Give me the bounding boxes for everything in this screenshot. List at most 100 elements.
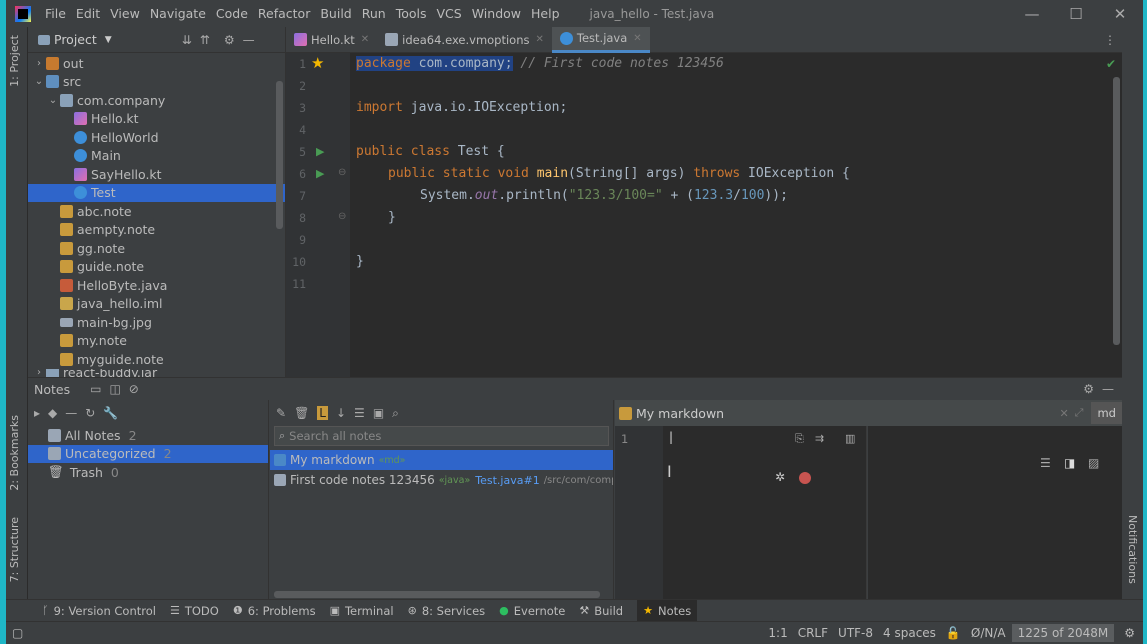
maximize-icon[interactable]: ☐ [1056, 0, 1096, 27]
preview-icon[interactable]: ▣ [373, 406, 384, 420]
chevron-down-icon[interactable]: ▼ [105, 35, 112, 45]
menu-view[interactable]: View [110, 6, 140, 21]
wrap-icon[interactable]: ⇉ [815, 432, 824, 445]
run-icon[interactable]: ▶ [316, 145, 324, 158]
minimize-icon[interactable]: — [1012, 0, 1052, 27]
source-link[interactable]: Test.java#1 [475, 474, 539, 487]
link-icon[interactable]: ⊘ [129, 382, 139, 396]
search-icon[interactable]: ⌕ [392, 406, 399, 421]
menu-file[interactable]: File [45, 6, 66, 21]
structure-tool-tab[interactable]: 7: Structure [8, 517, 21, 582]
indent-setting[interactable]: 4 spaces [883, 626, 936, 640]
layout-toggle-icon[interactable]: ▢ [12, 626, 23, 640]
tree-item-myguide-note[interactable]: myguide.note [28, 350, 285, 369]
error-icon[interactable] [799, 472, 811, 484]
toolwindow-version-control[interactable]: ᚴ 9: Version Control [42, 604, 156, 618]
star-icon[interactable]: ★ [311, 54, 324, 72]
new-category-icon[interactable]: ▸ [34, 406, 40, 420]
fold-icon[interactable]: ⊖ [338, 167, 346, 178]
tab-idea64-vmoptions[interactable]: idea64.exe.vmoptions ✕ [377, 27, 552, 53]
project-tool-tab[interactable]: 1: Project [8, 35, 21, 87]
preview-only-icon[interactable]: ▨ [1088, 456, 1099, 470]
trash-icon[interactable]: 🗑 [294, 406, 309, 420]
book-icon[interactable]: ▥ [845, 432, 855, 445]
tag-icon[interactable]: ◆ [48, 406, 57, 420]
bookmarks-tool-tab[interactable]: 2: Bookmarks [8, 415, 21, 491]
mode-badge[interactable]: md [1091, 402, 1122, 424]
hide-icon[interactable]: — [1102, 382, 1114, 396]
more-icon[interactable]: ⋮ [1104, 33, 1116, 47]
tree-item-out[interactable]: › out [28, 54, 285, 73]
tree-item-com-company[interactable]: ⌄ com.company [28, 91, 285, 110]
menu-help[interactable]: Help [531, 6, 560, 21]
tree-item-hello-kt[interactable]: Hello.kt [28, 110, 285, 129]
memory-indicator[interactable]: 1225 of 2048M [1011, 624, 1115, 642]
menu-refactor[interactable]: Refactor [258, 6, 310, 21]
split-view-icon[interactable]: ◨ [1064, 456, 1075, 470]
gear-icon[interactable]: ⚙ [224, 33, 235, 47]
lock-icon[interactable]: 🔓 [946, 626, 961, 640]
magic-wand-icon[interactable]: ✲ [775, 470, 785, 484]
caret-position[interactable]: 1:1 [768, 626, 787, 640]
project-title[interactable]: Project [54, 32, 97, 47]
tab-test-java[interactable]: Test.java ✕ [551, 26, 650, 53]
note-item-my-markdown[interactable]: My markdown «md» [270, 450, 613, 470]
gear-icon[interactable]: ⚙ [1124, 626, 1135, 640]
expand-all-icon[interactable]: ⇊ [182, 33, 192, 47]
menu-navigate[interactable]: Navigate [150, 6, 206, 21]
vcs-branch[interactable]: Ø/N/A [971, 626, 1006, 640]
fold-icon[interactable]: ⊖ [338, 211, 346, 222]
edit-icon[interactable]: ✎ [276, 406, 286, 420]
close-tab-icon[interactable]: ✕ [633, 33, 641, 44]
menu-vcs[interactable]: VCS [437, 6, 462, 21]
tree-item-my-note[interactable]: my.note [28, 332, 285, 351]
tree-item-helloworld[interactable]: HelloWorld [28, 128, 285, 147]
editor-scrollbar[interactable] [1113, 77, 1120, 345]
tab-hello-kt[interactable]: Hello.kt ✕ [286, 27, 377, 53]
toolwindow-services[interactable]: ⊛ 8: Services [408, 604, 486, 618]
remove-icon[interactable]: — [65, 406, 77, 420]
tree-item-java-hello-iml[interactable]: java_hello.iml [28, 295, 285, 314]
tree-item-test[interactable]: Test [28, 183, 285, 202]
category-uncategorized[interactable]: Uncategorized 2 [28, 444, 268, 463]
chevron-right-icon[interactable]: › [32, 369, 46, 377]
chevron-down-icon[interactable]: ⌄ [32, 76, 46, 87]
tree-item-gg-note[interactable]: gg.note [28, 239, 285, 258]
hide-icon[interactable]: — [243, 33, 255, 47]
wrench-icon[interactable]: 🔧 [103, 406, 118, 420]
toolwindow-notes[interactable]: ★ Notes [637, 599, 698, 622]
sort-icon[interactable]: ↓ [336, 406, 346, 420]
tree-item-abc-note[interactable]: abc.note [28, 202, 285, 221]
note-item-first-code-notes[interactable]: First code notes 123456 «java» Test.java#1… [270, 470, 613, 490]
expand-icon[interactable]: ⤢ [1075, 406, 1084, 420]
menu-edit[interactable]: Edit [76, 6, 100, 21]
tree-item-react-buddy-jar[interactable]: › react-buddy.jar [28, 368, 285, 377]
collapse-all-icon[interactable]: ⇈ [200, 33, 210, 47]
chevron-down-icon[interactable]: ⌄ [46, 95, 60, 106]
tree-item-main[interactable]: Main [28, 147, 285, 166]
layout-icon[interactable]: ▭ [90, 382, 101, 396]
category-trash[interactable]: 🗑 Trash 0 [28, 463, 268, 482]
project-scrollbar[interactable] [276, 81, 283, 229]
menu-window[interactable]: Window [472, 6, 521, 21]
line-separator[interactable]: CRLF [798, 626, 828, 640]
tree-item-hellobyte-java[interactable]: HelloByte.java [28, 276, 285, 295]
notes-search-field[interactable]: ⌕ Search all notes [274, 426, 609, 446]
split-icon[interactable]: ◫ [109, 382, 120, 396]
gear-icon[interactable]: ⚙ [1083, 382, 1094, 396]
markdown-editor[interactable]: | ⎘ ⇉ ▥ ✲ I [663, 426, 867, 600]
editor-only-icon[interactable]: ☰ [1040, 456, 1051, 470]
list-view-icon[interactable]: ☰ [354, 406, 365, 420]
tree-item-aempty-note[interactable]: aempty.note [28, 221, 285, 240]
category-all-notes[interactable]: All Notes 2 [28, 426, 268, 445]
note-list-scrollbar[interactable] [274, 591, 600, 598]
menu-tools[interactable]: Tools [396, 6, 427, 21]
toolwindow-build[interactable]: ⚒ Build [579, 604, 623, 618]
toolwindow-terminal[interactable]: ▣ Terminal [330, 604, 394, 618]
toolwindow-todo[interactable]: ☰ TODO [170, 604, 219, 618]
tree-item-src[interactable]: ⌄ src [28, 73, 285, 92]
chevron-right-icon[interactable]: › [32, 58, 46, 69]
close-icon[interactable]: ✕ [1059, 407, 1068, 420]
file-encoding[interactable]: UTF-8 [838, 626, 873, 640]
menu-code[interactable]: Code [216, 6, 248, 21]
